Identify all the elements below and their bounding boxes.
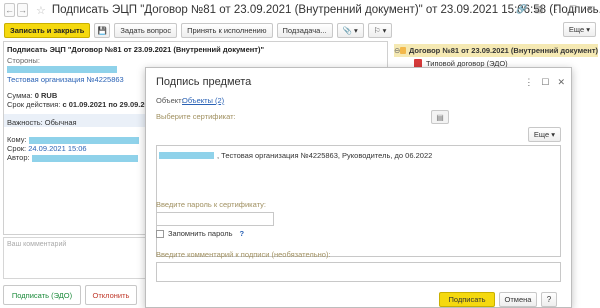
- remember-checkbox[interactable]: [156, 229, 164, 238]
- redacted-party: [7, 64, 117, 73]
- more-vert-icon[interactable]: ⋮: [550, 3, 562, 15]
- comment-label: Введите комментарий к подписи (необязате…: [156, 250, 331, 259]
- to-row: Кому:: [7, 135, 139, 144]
- tree-root-item[interactable]: ⊖ Договор №81 от 23.09.2021 (Внутренний …: [394, 44, 598, 57]
- back-arrow-icon[interactable]: ←: [4, 3, 15, 17]
- dialog-title: Подпись предмета: [156, 76, 252, 88]
- main-toolbar: Записать и закрыть 💾 Задать вопрос Приня…: [0, 20, 600, 40]
- cert-row[interactable]: , Тестовая организация №4225863, Руковод…: [159, 149, 559, 161]
- author-row: Автор:: [7, 153, 138, 162]
- redacted-to: [28, 136, 139, 144]
- flag-dropdown-icon[interactable]: ⚐ ▾: [367, 22, 393, 38]
- sum-label: Сумма:: [7, 91, 33, 100]
- folder-icon: [400, 47, 406, 54]
- cancel-button[interactable]: Отмена: [499, 292, 537, 307]
- dialog-controls: ⋮ ☐ ✕: [524, 77, 565, 88]
- sign-edo-button[interactable]: Подписать (ЭДО): [3, 285, 81, 305]
- more-label: Еще: [568, 25, 585, 34]
- sign-dialog: Подпись предмета ⋮ ☐ ✕ Объект: Объекты (…: [145, 67, 572, 308]
- help-button[interactable]: ?: [541, 292, 557, 307]
- window-controls: 🔗 ▤ ⋮ ☐ ✕: [516, 3, 596, 15]
- accept-exec-button[interactable]: Принять к исполнению: [181, 22, 273, 38]
- close-icon[interactable]: ✕: [584, 3, 596, 15]
- importance-label: Важность:: [7, 118, 43, 127]
- reject-button[interactable]: Отклонить: [85, 285, 137, 305]
- sum-row: Сумма: 0 RUB: [7, 91, 57, 100]
- to-label: Кому:: [7, 135, 27, 144]
- more-vert-icon[interactable]: ⋮: [524, 77, 533, 88]
- close-icon[interactable]: ✕: [557, 77, 565, 88]
- password-label: Введите пароль к сертификату:: [156, 200, 266, 209]
- org-link[interactable]: Тестовая организация №4225863: [7, 75, 124, 84]
- subtask-button[interactable]: Подзадача...: [276, 22, 333, 38]
- dialog-more-label: Еще: [533, 130, 550, 139]
- maximize-icon[interactable]: ☐: [541, 77, 549, 88]
- forward-arrow-icon[interactable]: →: [17, 3, 28, 17]
- more-button[interactable]: Еще ▾: [562, 22, 596, 37]
- save-icon[interactable]: 💾: [94, 22, 111, 38]
- cert-pick-icon[interactable]: ▤: [431, 110, 449, 124]
- help-question-icon[interactable]: ?: [240, 229, 245, 238]
- due-row: Срок: 24.09.2021 15:06: [7, 144, 87, 153]
- password-input[interactable]: [156, 212, 274, 226]
- validity-label: Срок действия:: [7, 100, 61, 109]
- dialog-more-button[interactable]: Еще ▾: [527, 127, 561, 142]
- title-bar: ← → ☆ Подписать ЭЦП "Договор №81 от 23.0…: [0, 0, 600, 20]
- object-label: Объект:: [156, 96, 184, 105]
- doc-heading: Подписать ЭЦП "Договор №81 от 23.09.2021…: [7, 45, 264, 54]
- remember-row: Запомнить пароль ?: [156, 229, 244, 238]
- sum-value: 0 RUB: [34, 91, 58, 100]
- maximize-icon[interactable]: ☐: [567, 3, 579, 15]
- redacted-author: [31, 154, 138, 162]
- tree-root-label: Договор №81 от 23.09.2021 (Внутренний до…: [408, 46, 598, 55]
- object-link[interactable]: Объекты (2): [182, 96, 224, 105]
- cert-text: , Тестовая организация №4225863, Руковод…: [217, 150, 433, 160]
- print-icon[interactable]: ▤: [533, 3, 545, 15]
- ask-question-button[interactable]: Задать вопрос: [114, 22, 178, 38]
- importance-row: Важность: Обычная: [7, 118, 77, 127]
- author-label: Автор:: [7, 153, 30, 162]
- comment-placeholder: Ваш комментарий: [7, 241, 67, 248]
- attach-dropdown-icon[interactable]: 📎 ▾: [336, 22, 364, 38]
- sign-button[interactable]: Подписать: [439, 292, 495, 307]
- due-value: 24.09.2021 15:06: [28, 144, 87, 153]
- favorite-star-icon[interactable]: ☆: [36, 4, 46, 17]
- importance-value: Обычная: [44, 118, 77, 127]
- attachment-icon[interactable]: 🔗: [516, 3, 528, 15]
- save-close-button[interactable]: Записать и закрыть: [4, 22, 91, 38]
- remember-label: Запомнить пароль: [168, 229, 233, 238]
- comment-input[interactable]: [156, 262, 561, 282]
- validity-row: Срок действия: с 01.09.2021 по 29.09.202…: [7, 100, 157, 109]
- redacted-cert-owner: [159, 151, 214, 159]
- cert-label: Выберите сертификат:: [156, 112, 236, 121]
- due-label: Срок:: [7, 144, 27, 153]
- validity-value: с 01.09.2021 по 29.09.2021: [62, 100, 158, 109]
